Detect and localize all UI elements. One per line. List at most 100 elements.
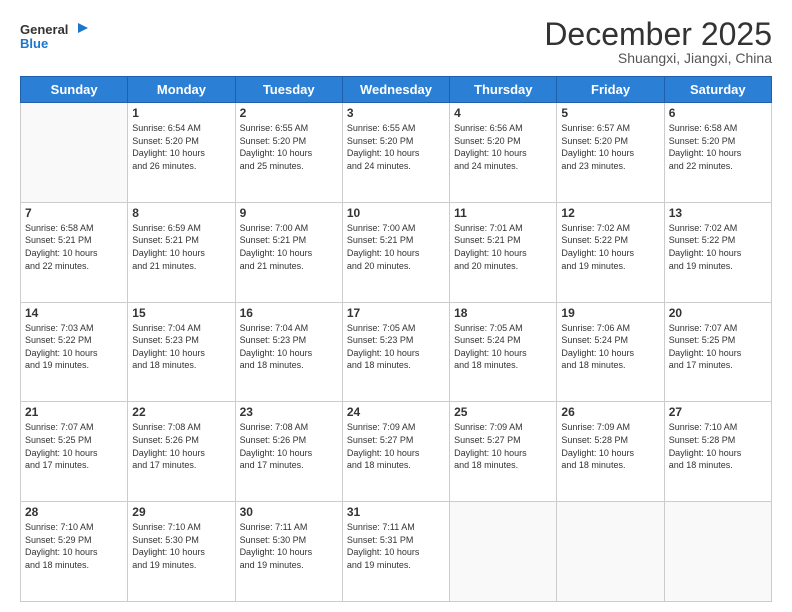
day-number: 16	[240, 306, 338, 320]
day-number: 30	[240, 505, 338, 519]
week-row-4: 21 Sunrise: 7:07 AM Sunset: 5:25 PM Dayli…	[21, 402, 772, 502]
day-number: 19	[561, 306, 659, 320]
calendar-cell: 24 Sunrise: 7:09 AM Sunset: 5:27 PM Dayli…	[342, 402, 449, 502]
day-number: 23	[240, 405, 338, 419]
day-info: Sunrise: 6:56 AM Sunset: 5:20 PM Dayligh…	[454, 122, 552, 172]
calendar-cell: 12 Sunrise: 7:02 AM Sunset: 5:22 PM Dayli…	[557, 202, 664, 302]
svg-text:Blue: Blue	[20, 36, 48, 51]
calendar-cell: 28Sunrise: 7:10 AM Sunset: 5:29 PM Dayli…	[21, 502, 128, 602]
day-number: 6	[669, 106, 767, 120]
day-info: Sunrise: 7:02 AM Sunset: 5:22 PM Dayligh…	[561, 222, 659, 272]
day-number: 3	[347, 106, 445, 120]
location-subtitle: Shuangxi, Jiangxi, China	[544, 50, 772, 66]
calendar-cell: 15 Sunrise: 7:04 AM Sunset: 5:23 PM Dayli…	[128, 302, 235, 402]
day-info: Sunrise: 7:02 AM Sunset: 5:22 PM Dayligh…	[669, 222, 767, 272]
day-number: 12	[561, 206, 659, 220]
calendar-table: Sunday Monday Tuesday Wednesday Thursday…	[20, 76, 772, 602]
calendar-cell: 5 Sunrise: 6:57 AM Sunset: 5:20 PM Daylig…	[557, 103, 664, 203]
calendar-cell: 23 Sunrise: 7:08 AM Sunset: 5:26 PM Dayli…	[235, 402, 342, 502]
day-info: Sunrise: 6:57 AM Sunset: 5:20 PM Dayligh…	[561, 122, 659, 172]
day-info: Sunrise: 7:07 AM Sunset: 5:25 PM Dayligh…	[25, 421, 123, 471]
calendar-cell: 25Sunrise: 7:09 AM Sunset: 5:27 PM Dayli…	[450, 402, 557, 502]
day-info: Sunrise: 6:54 AM Sunset: 5:20 PM Dayligh…	[132, 122, 230, 172]
day-number: 4	[454, 106, 552, 120]
calendar-cell: 30 Sunrise: 7:11 AM Sunset: 5:30 PM Dayli…	[235, 502, 342, 602]
day-number: 2	[240, 106, 338, 120]
day-info: Sunrise: 7:05 AM Sunset: 5:24 PM Dayligh…	[454, 322, 552, 372]
calendar-cell	[557, 502, 664, 602]
calendar-cell: 26Sunrise: 7:09 AM Sunset: 5:28 PM Dayli…	[557, 402, 664, 502]
day-number: 26	[561, 405, 659, 419]
day-info: Sunrise: 7:00 AM Sunset: 5:21 PM Dayligh…	[347, 222, 445, 272]
day-info: Sunrise: 6:58 AM Sunset: 5:21 PM Dayligh…	[25, 222, 123, 272]
logo: General Blue	[20, 18, 90, 58]
day-info: Sunrise: 7:04 AM Sunset: 5:23 PM Dayligh…	[240, 322, 338, 372]
week-row-1: 1 Sunrise: 6:54 AM Sunset: 5:20 PM Daylig…	[21, 103, 772, 203]
day-number: 29	[132, 505, 230, 519]
calendar-cell: 2Sunrise: 6:55 AM Sunset: 5:20 PM Daylig…	[235, 103, 342, 203]
calendar-cell: 6 Sunrise: 6:58 AM Sunset: 5:20 PM Daylig…	[664, 103, 771, 203]
day-info: Sunrise: 7:09 AM Sunset: 5:27 PM Dayligh…	[454, 421, 552, 471]
day-number: 7	[25, 206, 123, 220]
calendar-cell: 18 Sunrise: 7:05 AM Sunset: 5:24 PM Dayli…	[450, 302, 557, 402]
day-info: Sunrise: 6:58 AM Sunset: 5:20 PM Dayligh…	[669, 122, 767, 172]
week-row-5: 28Sunrise: 7:10 AM Sunset: 5:29 PM Dayli…	[21, 502, 772, 602]
week-row-2: 7 Sunrise: 6:58 AM Sunset: 5:21 PM Daylig…	[21, 202, 772, 302]
day-number: 24	[347, 405, 445, 419]
title-area: December 2025 Shuangxi, Jiangxi, China	[544, 18, 772, 66]
calendar-cell: 22 Sunrise: 7:08 AM Sunset: 5:26 PM Dayli…	[128, 402, 235, 502]
day-number: 22	[132, 405, 230, 419]
calendar-cell: 27 Sunrise: 7:10 AM Sunset: 5:28 PM Dayli…	[664, 402, 771, 502]
logo-svg: General Blue	[20, 18, 90, 58]
calendar-cell	[21, 103, 128, 203]
day-number: 5	[561, 106, 659, 120]
calendar-cell: 13 Sunrise: 7:02 AM Sunset: 5:22 PM Dayli…	[664, 202, 771, 302]
svg-text:General: General	[20, 22, 68, 37]
calendar-cell: 11 Sunrise: 7:01 AM Sunset: 5:21 PM Dayli…	[450, 202, 557, 302]
calendar-cell: 31Sunrise: 7:11 AM Sunset: 5:31 PM Dayli…	[342, 502, 449, 602]
month-title: December 2025	[544, 18, 772, 50]
day-number: 18	[454, 306, 552, 320]
calendar-cell: 8Sunrise: 6:59 AM Sunset: 5:21 PM Daylig…	[128, 202, 235, 302]
calendar-cell	[450, 502, 557, 602]
calendar-cell: 20Sunrise: 7:07 AM Sunset: 5:25 PM Dayli…	[664, 302, 771, 402]
header-thursday: Thursday	[450, 77, 557, 103]
calendar-cell: 3Sunrise: 6:55 AM Sunset: 5:20 PM Daylig…	[342, 103, 449, 203]
calendar-cell	[664, 502, 771, 602]
day-info: Sunrise: 7:10 AM Sunset: 5:28 PM Dayligh…	[669, 421, 767, 471]
day-info: Sunrise: 7:01 AM Sunset: 5:21 PM Dayligh…	[454, 222, 552, 272]
day-info: Sunrise: 7:08 AM Sunset: 5:26 PM Dayligh…	[240, 421, 338, 471]
header: General Blue December 2025 Shuangxi, Jia…	[20, 18, 772, 66]
calendar-cell: 29Sunrise: 7:10 AM Sunset: 5:30 PM Dayli…	[128, 502, 235, 602]
calendar-cell: 14 Sunrise: 7:03 AM Sunset: 5:22 PM Dayli…	[21, 302, 128, 402]
header-wednesday: Wednesday	[342, 77, 449, 103]
day-number: 11	[454, 206, 552, 220]
day-info: Sunrise: 7:08 AM Sunset: 5:26 PM Dayligh…	[132, 421, 230, 471]
day-info: Sunrise: 6:59 AM Sunset: 5:21 PM Dayligh…	[132, 222, 230, 272]
day-info: Sunrise: 7:09 AM Sunset: 5:27 PM Dayligh…	[347, 421, 445, 471]
day-number: 9	[240, 206, 338, 220]
header-tuesday: Tuesday	[235, 77, 342, 103]
week-row-3: 14 Sunrise: 7:03 AM Sunset: 5:22 PM Dayli…	[21, 302, 772, 402]
day-number: 14	[25, 306, 123, 320]
day-info: Sunrise: 7:07 AM Sunset: 5:25 PM Dayligh…	[669, 322, 767, 372]
header-sunday: Sunday	[21, 77, 128, 103]
day-number: 1	[132, 106, 230, 120]
day-info: Sunrise: 7:06 AM Sunset: 5:24 PM Dayligh…	[561, 322, 659, 372]
calendar-cell: 1 Sunrise: 6:54 AM Sunset: 5:20 PM Daylig…	[128, 103, 235, 203]
calendar-cell: 17 Sunrise: 7:05 AM Sunset: 5:23 PM Dayli…	[342, 302, 449, 402]
calendar-cell: 16 Sunrise: 7:04 AM Sunset: 5:23 PM Dayli…	[235, 302, 342, 402]
day-number: 17	[347, 306, 445, 320]
header-friday: Friday	[557, 77, 664, 103]
day-number: 27	[669, 405, 767, 419]
day-info: Sunrise: 7:00 AM Sunset: 5:21 PM Dayligh…	[240, 222, 338, 272]
day-number: 21	[25, 405, 123, 419]
day-info: Sunrise: 7:05 AM Sunset: 5:23 PM Dayligh…	[347, 322, 445, 372]
calendar-cell: 19 Sunrise: 7:06 AM Sunset: 5:24 PM Dayli…	[557, 302, 664, 402]
day-info: Sunrise: 7:04 AM Sunset: 5:23 PM Dayligh…	[132, 322, 230, 372]
calendar-cell: 10Sunrise: 7:00 AM Sunset: 5:21 PM Dayli…	[342, 202, 449, 302]
day-number: 15	[132, 306, 230, 320]
day-number: 13	[669, 206, 767, 220]
day-info: Sunrise: 7:11 AM Sunset: 5:30 PM Dayligh…	[240, 521, 338, 571]
day-info: Sunrise: 7:03 AM Sunset: 5:22 PM Dayligh…	[25, 322, 123, 372]
